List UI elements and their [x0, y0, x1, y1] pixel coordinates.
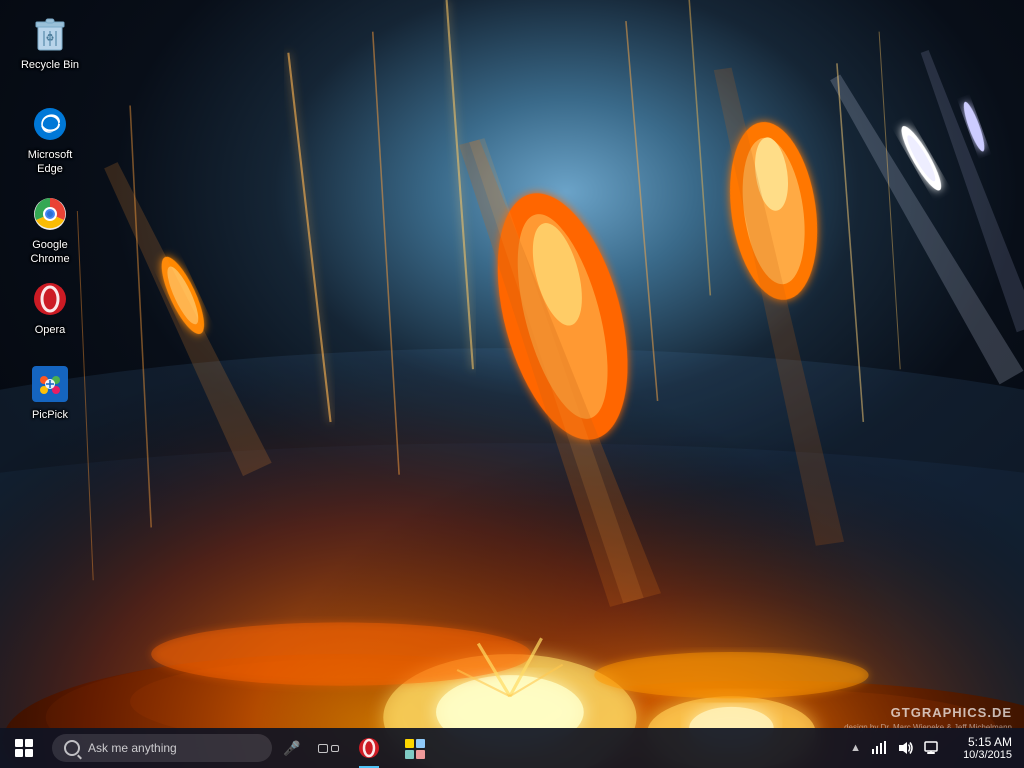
network-icon	[871, 741, 887, 755]
chrome-icon	[30, 194, 70, 234]
start-button[interactable]	[0, 728, 48, 768]
clock-time: 5:15 AM	[968, 735, 1012, 749]
picpick-icon	[30, 364, 70, 404]
watermark: GTGRAPHICS.DE	[891, 705, 1012, 720]
show-hidden-icons-button[interactable]: ▲	[846, 728, 865, 768]
desktop-icon-picpick[interactable]: PicPick	[10, 360, 90, 426]
task-view-icon	[318, 744, 339, 753]
volume-icon	[897, 741, 913, 755]
desktop: ♻ Recycle Bin Microsoft Edge	[0, 0, 1024, 768]
desktop-icon-opera[interactable]: Opera	[10, 275, 90, 341]
search-bar[interactable]: Ask me anything	[52, 734, 272, 762]
network-tray-icon[interactable]	[867, 732, 891, 764]
system-tray: ▲	[846, 728, 1024, 768]
svg-text:♻: ♻	[46, 33, 55, 44]
taskbar-opera[interactable]	[346, 728, 392, 768]
search-placeholder: Ask me anything	[88, 741, 260, 755]
desktop-icon-chrome[interactable]: Google Chrome	[10, 190, 90, 271]
opera-icon	[30, 279, 70, 319]
action-center-tray-icon[interactable]	[919, 732, 943, 764]
taskbar: Ask me anything 🎤	[0, 728, 1024, 768]
volume-tray-icon[interactable]	[893, 732, 917, 764]
cortana-circle-icon	[64, 740, 80, 756]
taskbar-explorer[interactable]	[392, 728, 438, 768]
clock[interactable]: 5:15 AM 10/3/2015	[945, 728, 1020, 768]
desktop-icon-recycle-bin[interactable]: ♻ Recycle Bin	[10, 10, 90, 76]
recycle-bin-icon: ♻	[30, 14, 70, 54]
picpick-label: PicPick	[32, 408, 68, 422]
recycle-bin-label: Recycle Bin	[21, 58, 79, 72]
cortana-mic-button[interactable]: 🎤	[276, 728, 308, 768]
task-view-button[interactable]	[310, 728, 346, 768]
edge-icon	[30, 104, 70, 144]
opera-label: Opera	[35, 323, 66, 337]
opera-taskbar-icon	[357, 736, 381, 760]
chrome-label: Google Chrome	[14, 238, 86, 267]
edge-label: Microsoft Edge	[14, 148, 86, 177]
clock-date: 10/3/2015	[963, 749, 1012, 761]
microphone-icon: 🎤	[283, 740, 300, 757]
explorer-taskbar-icon	[403, 736, 427, 760]
action-center-icon	[924, 741, 938, 755]
windows-logo-icon	[15, 739, 33, 757]
desktop-icon-edge[interactable]: Microsoft Edge	[10, 100, 90, 181]
